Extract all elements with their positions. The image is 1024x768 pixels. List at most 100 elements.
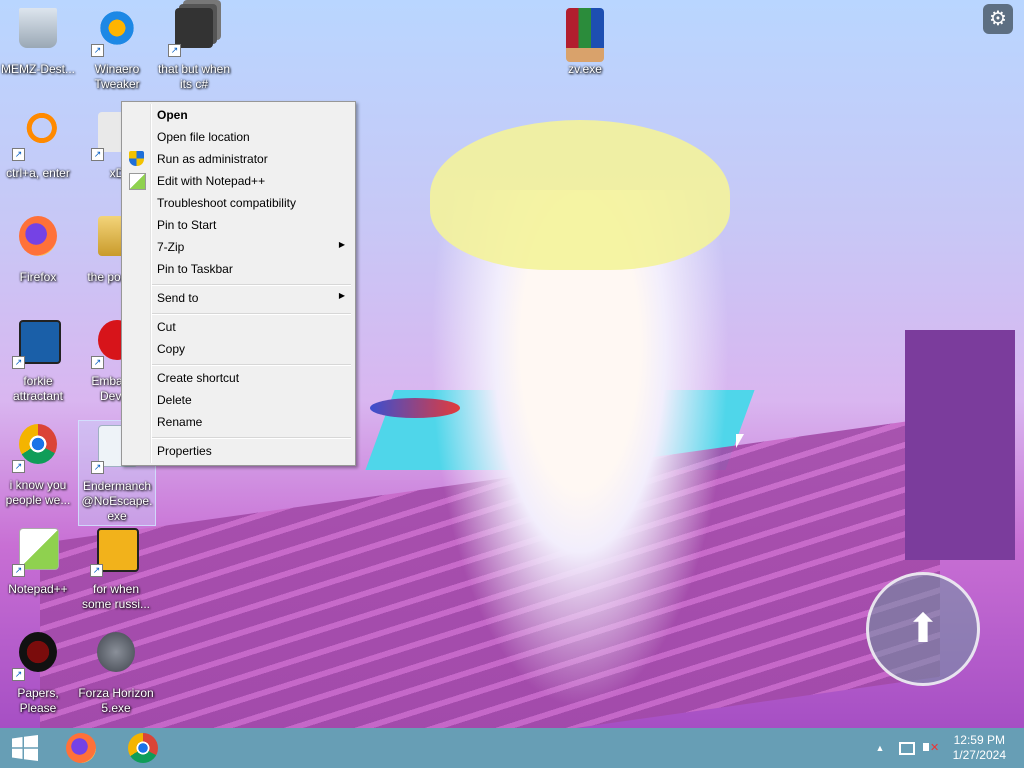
shortcut-arrow-icon: ↗ <box>12 460 25 473</box>
papers-please-icon <box>19 632 57 672</box>
start-button[interactable] <box>0 728 50 768</box>
menu-item-label: Create shortcut <box>157 371 240 385</box>
context-menu: Open Open file location Run as administr… <box>121 101 356 466</box>
menu-item-label: Open file location <box>157 130 250 144</box>
menu-separator <box>152 313 351 315</box>
speaker-shape <box>923 743 929 751</box>
mouse-cursor-icon <box>736 434 744 448</box>
recycle-bin-icon <box>19 8 57 48</box>
up-arrow-icon[interactable]: ⬆ <box>866 572 980 686</box>
volume-muted-icon[interactable]: ✕ <box>920 728 940 768</box>
wallpaper-fish <box>370 398 460 418</box>
desktop-icon-xd[interactable]: ↗ xD <box>79 108 121 212</box>
desktop-icon-label: the po... sh <box>87 270 121 284</box>
menu-item-create-shortcut[interactable]: Create shortcut <box>124 367 353 389</box>
menu-item-copy[interactable]: Copy <box>124 338 353 360</box>
desktop-icon-i-know-you[interactable]: ↗ i know you people we... <box>0 420 76 524</box>
menu-item-label: Properties <box>157 444 212 458</box>
notepadpp-icon <box>19 528 59 570</box>
menu-item-label: Cut <box>157 320 176 334</box>
menu-item-label: Pin to Taskbar <box>157 262 233 276</box>
submenu-arrow-icon: ▶ <box>338 240 345 249</box>
menu-item-troubleshoot-compatibility[interactable]: Troubleshoot compatibility <box>124 192 353 214</box>
desktop-icon-label: i know you people we... <box>5 478 71 507</box>
menu-item-label: Troubleshoot compatibility <box>157 196 296 210</box>
chrome-icon <box>19 424 57 464</box>
desktop-icon-label: xD <box>109 166 121 180</box>
winaero-icon <box>98 8 136 48</box>
menu-item-pin-to-taskbar[interactable]: Pin to Taskbar <box>124 258 353 280</box>
desktop-icon-for-when[interactable]: ↗ for when some russi... <box>78 524 154 628</box>
desktop-icon-firefox[interactable]: Firefox <box>0 212 76 316</box>
computer-settings-icon <box>19 320 61 364</box>
menu-item-delete[interactable]: Delete <box>124 389 353 411</box>
windows-logo-icon <box>12 735 38 761</box>
menu-item-label: Rename <box>157 415 203 429</box>
wallpaper-pillar <box>905 330 1015 560</box>
desktop-icon-that-but-when[interactable]: ↗ that but when its c# <box>156 4 232 108</box>
shortcut-arrow-icon: ↗ <box>91 44 104 57</box>
menu-item-rename[interactable]: Rename <box>124 411 353 433</box>
shortcut-arrow-icon: ↗ <box>168 44 181 57</box>
desktop-icon-label: ctrl+a, enter <box>6 166 70 180</box>
desktop-icon-label: Winaero Tweaker <box>94 62 140 91</box>
uac-shield-icon <box>129 151 144 166</box>
desktop-icon-ctrl-a[interactable]: ↗ ctrl+a, enter <box>0 108 76 212</box>
desktop-icon-forkie[interactable]: ↗ forkie attractant <box>0 316 76 420</box>
menu-separator <box>152 284 351 286</box>
menu-item-label: Open <box>157 108 188 122</box>
menu-item-send-to[interactable]: Send to ▶ <box>124 287 353 309</box>
folder-icon <box>98 216 121 256</box>
desktop-icon-papers-please[interactable]: ↗ Papers, Please <box>0 628 76 728</box>
taskbar-chrome[interactable] <box>120 728 166 768</box>
shortcut-arrow-icon: ↗ <box>91 356 104 369</box>
desktop-icon-memz[interactable]: MEMZ-Dest... <box>0 4 76 108</box>
shortcut-arrow-icon: ↗ <box>12 564 25 577</box>
network-monitor-shape <box>899 742 915 755</box>
desktop-icon-winaero[interactable]: ↗ Winaero Tweaker <box>79 4 155 108</box>
submenu-arrow-icon: ▶ <box>338 291 345 300</box>
desktop-icon-label: forkie attractant <box>12 374 64 403</box>
wallpaper-hat <box>430 120 730 270</box>
desktop-icon-notepadpp[interactable]: ↗ Notepad++ <box>0 524 76 628</box>
devcpp-icon <box>98 320 121 360</box>
clock-date: 1/27/2024 <box>952 748 1006 762</box>
menu-separator <box>152 437 351 439</box>
desktop-icon-label: Firefox <box>19 270 57 284</box>
desktop-icon-label: zv.exe <box>568 62 602 76</box>
menu-item-run-as-administrator[interactable]: Run as administrator <box>124 148 353 170</box>
firefox-icon <box>19 216 57 256</box>
menu-item-open[interactable]: Open <box>124 104 353 126</box>
desktop-icon-label: for when some russi... <box>81 582 150 611</box>
menu-item-properties[interactable]: Properties <box>124 440 353 462</box>
desktop-icon-zv[interactable]: zv.exe <box>547 4 623 108</box>
taskbar-firefox[interactable] <box>58 728 104 768</box>
desktop-icon-label: Papers, Please <box>17 686 59 715</box>
network-icon[interactable] <box>896 728 916 768</box>
menu-item-pin-to-start[interactable]: Pin to Start <box>124 214 353 236</box>
desktop-icon-label: Notepad++ <box>8 582 68 596</box>
menu-item-cut[interactable]: Cut <box>124 316 353 338</box>
menu-item-label: 7-Zip <box>157 240 185 254</box>
desktop-icon-forza[interactable]: Forza Horizon 5.exe <box>78 628 154 728</box>
xd-icon <box>98 112 121 152</box>
desktop-icon-embarcadero[interactable]: ↗ Embarc... Dev-C <box>79 316 121 420</box>
stacked-windows-icon <box>175 8 213 48</box>
shortcut-arrow-icon: ↗ <box>12 148 25 161</box>
chrome-icon <box>128 733 158 763</box>
show-hidden-icons-chevron[interactable]: ▲ <box>872 728 888 768</box>
menu-item-label: Edit with Notepad++ <box>157 174 266 188</box>
magnifier-icon <box>19 112 57 152</box>
shortcut-arrow-icon: ↗ <box>90 564 103 577</box>
mute-x-icon: ✕ <box>930 742 940 754</box>
menu-item-edit-with-notepadpp[interactable]: Edit with Notepad++ <box>124 170 353 192</box>
taskbar-clock[interactable]: 12:59 PM 1/27/2024 <box>953 733 1006 763</box>
taskbar: ▲ ✕ 12:59 PM 1/27/2024 <box>0 728 1024 768</box>
menu-item-open-file-location[interactable]: Open file location <box>124 126 353 148</box>
menu-item-7zip[interactable]: 7-Zip ▶ <box>124 236 353 258</box>
desktop-icon-label: MEMZ-Dest... <box>1 62 75 76</box>
clock-time: 12:59 PM <box>953 733 1005 747</box>
desktop-icon-label: Endermanch@NoEscape.exe <box>81 479 153 523</box>
gear-icon[interactable]: ⚙ <box>983 4 1013 34</box>
desktop-icon-the-po[interactable]: the po... sh <box>79 212 121 316</box>
